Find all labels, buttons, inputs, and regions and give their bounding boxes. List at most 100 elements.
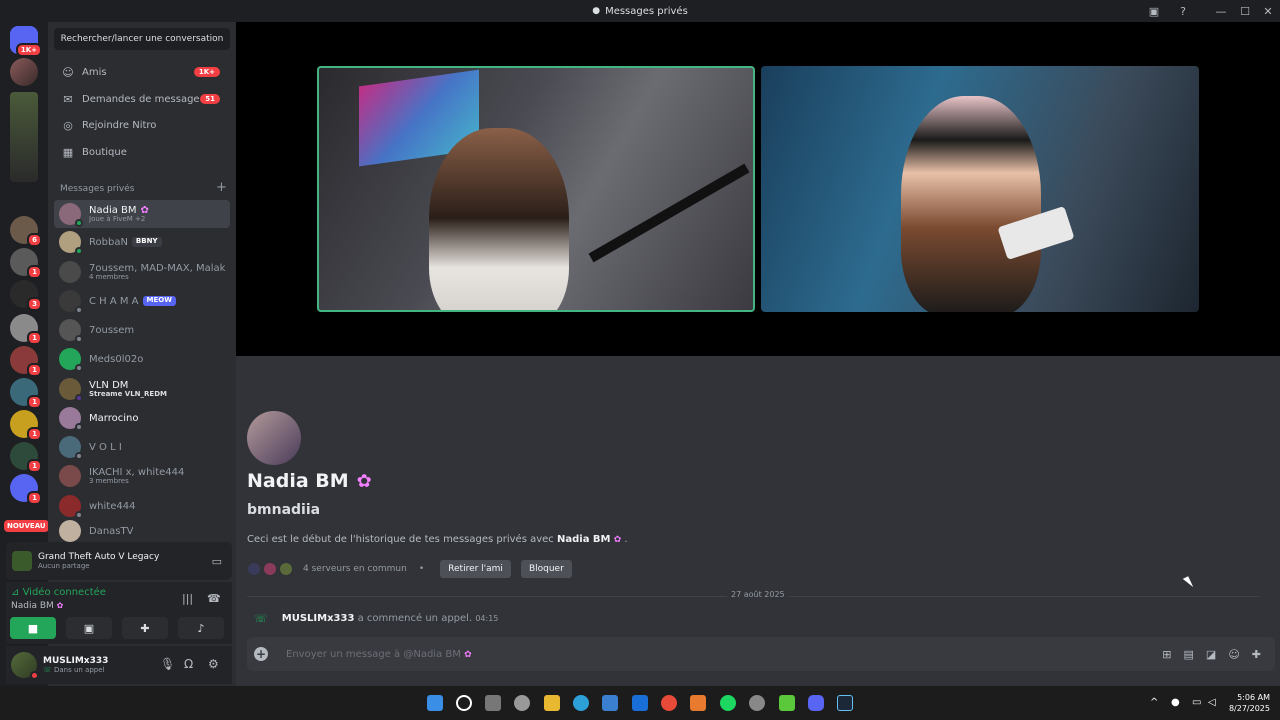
avatar <box>59 465 81 487</box>
remove-friend-button[interactable]: Retirer l'ami <box>440 560 511 578</box>
settings-icon[interactable]: ⚙ <box>208 657 219 671</box>
settings-app-icon[interactable] <box>514 695 530 711</box>
dm-item[interactable]: C H A M A MEOW <box>54 287 230 315</box>
avatar <box>59 407 83 431</box>
app-icon[interactable] <box>690 695 706 711</box>
volume-icon[interactable]: ◁ <box>1208 697 1216 708</box>
microphone-icon[interactable]: 🎙 <box>160 657 175 671</box>
nav-shop[interactable]: ▦ Boutique <box>54 140 230 164</box>
nav-message-requests[interactable]: ✉ Demandes de message 51 <box>54 87 230 111</box>
avatar[interactable] <box>11 652 39 680</box>
dm-item[interactable]: Meds0l02o <box>54 345 230 373</box>
server-icon[interactable]: 1 <box>10 248 42 279</box>
server-icon[interactable]: 1 <box>10 442 42 473</box>
server-icon[interactable]: 1 <box>10 346 42 377</box>
video-tile[interactable] <box>317 66 755 312</box>
nav-badge: 51 <box>200 94 220 104</box>
gift-icon[interactable]: ⊞ <box>1162 648 1171 661</box>
server-badge: 1 <box>27 427 42 441</box>
steam-icon[interactable] <box>837 695 853 711</box>
status-dot <box>30 671 39 680</box>
create-dm-icon[interactable]: + <box>216 180 227 195</box>
app-icon[interactable] <box>749 695 765 711</box>
activity-button[interactable]: ✚ <box>122 617 168 639</box>
dm-item[interactable]: 7oussem, MAD-MAX, Malak 4 membres <box>54 258 230 286</box>
home-button[interactable]: 1K+ <box>10 26 42 57</box>
clock[interactable]: 5:06 AM 8/27/2025 <box>1229 692 1270 714</box>
start-icon[interactable] <box>427 695 443 711</box>
screen-icon: ▣ <box>83 621 95 635</box>
headphones-icon[interactable]: Ω <box>184 657 193 671</box>
disconnect-icon[interactable]: ☎ <box>207 592 221 605</box>
block-button[interactable]: Bloquer <box>520 560 572 578</box>
dm-sub: Joue à FiveM +2 <box>89 214 146 223</box>
dm-item[interactable]: DanasTV <box>54 520 230 542</box>
chevron-up-icon[interactable]: ^ <box>1150 697 1158 708</box>
sticker-icon[interactable]: ◪ <box>1206 648 1216 661</box>
outlook-icon[interactable] <box>632 695 648 711</box>
emoji-icon[interactable]: ☺ <box>1228 648 1239 661</box>
chrome-icon[interactable] <box>661 695 677 711</box>
composer-icons: ⊞ ▤ ◪ ☺ ✚ <box>1162 648 1261 661</box>
divider-date: 27 août 2025 <box>727 590 789 599</box>
nav-nitro[interactable]: ◎ Rejoindre Nitro <box>54 113 230 137</box>
server-icon[interactable]: 1 <box>10 410 42 441</box>
dm-item[interactable]: white444 <box>54 492 230 520</box>
dm-item[interactable]: RobbaN BBNY <box>54 228 230 256</box>
server-icon[interactable]: 1 <box>10 474 42 505</box>
flower-icon: ✿ <box>140 204 149 216</box>
avatar <box>59 203 83 227</box>
search-icon[interactable] <box>456 695 472 711</box>
edge-icon[interactable] <box>573 695 589 711</box>
app-icon[interactable] <box>779 695 795 711</box>
task-view-icon[interactable] <box>485 695 501 711</box>
server-badge: 1 <box>27 395 42 409</box>
dm-item[interactable]: 7oussem <box>54 316 230 344</box>
soundboard-button[interactable]: ♪ <box>178 617 224 639</box>
discord-taskbar-icon[interactable] <box>808 695 824 711</box>
camera-button[interactable]: ■ <box>10 617 56 639</box>
store-icon[interactable] <box>602 695 618 711</box>
person-image <box>901 96 1041 312</box>
server-preview[interactable] <box>10 92 38 182</box>
profile-avatar[interactable] <box>247 411 301 465</box>
dm-item[interactable]: IKACHI x, white444 3 membres <box>54 462 230 490</box>
microphone-icon[interactable]: ● <box>1171 697 1180 708</box>
dm-name: Meds0l02o <box>89 353 144 365</box>
call-user[interactable]: MUSLIMx333 <box>282 613 355 624</box>
status-dot <box>75 219 83 227</box>
server-icon[interactable]: 1 <box>10 314 42 345</box>
flower-icon: ✿ <box>464 649 472 660</box>
dm-item[interactable]: Nadia BM ✿ Joue à FiveM +2 <box>54 200 230 228</box>
attach-plus-icon[interactable]: + <box>254 647 268 661</box>
spotify-icon[interactable] <box>720 695 736 711</box>
voice-status-text: Vidéo connectée <box>22 587 106 598</box>
dm-item[interactable]: VLN DM Streame VLN_REDM <box>54 375 230 403</box>
close-button[interactable]: ✕ <box>1256 0 1280 22</box>
server-icon[interactable]: 3 <box>10 280 42 311</box>
search-conversation-button[interactable]: Rechercher/lancer une conversation <box>54 28 230 50</box>
video-tile[interactable] <box>761 66 1199 312</box>
noise-suppression-icon[interactable]: ||| <box>182 592 193 605</box>
screen-share-button[interactable]: ▣ <box>66 617 112 639</box>
mutual-servers-link[interactable]: 4 serveurs en commun <box>303 564 407 574</box>
help-icon[interactable]: ? <box>1171 0 1195 22</box>
dm-item[interactable]: V O L I <box>54 433 230 461</box>
file-explorer-icon[interactable] <box>544 695 560 711</box>
home-badge: 1K+ <box>15 43 42 57</box>
gif-icon[interactable]: ▤ <box>1184 648 1194 661</box>
maximize-button[interactable]: ☐ <box>1233 0 1257 22</box>
server-icon[interactable] <box>10 58 38 86</box>
minimize-button[interactable]: — <box>1209 0 1233 22</box>
inbox-icon[interactable]: ▣ <box>1142 0 1166 22</box>
nav-friends[interactable]: ☺ Amis 1K+ <box>54 60 230 84</box>
display-icon[interactable]: ▭ <box>1192 697 1201 708</box>
screen-share-icon[interactable]: ▭ <box>212 555 222 568</box>
dm-item[interactable]: Marrocino <box>54 404 230 432</box>
message-composer[interactable]: + Envoyer un message à @Nadia BM ✿ ⊞ ▤ ◪… <box>247 637 1275 671</box>
server-icon[interactable]: 6 <box>10 216 42 247</box>
app-launcher-icon[interactable]: ✚ <box>1252 648 1261 661</box>
server-icon[interactable]: 1 <box>10 378 42 409</box>
chat-area: Nadia BM ✿ bmnadiia Ceci est le début de … <box>236 356 1280 686</box>
flower-icon: ✿ <box>613 535 622 545</box>
